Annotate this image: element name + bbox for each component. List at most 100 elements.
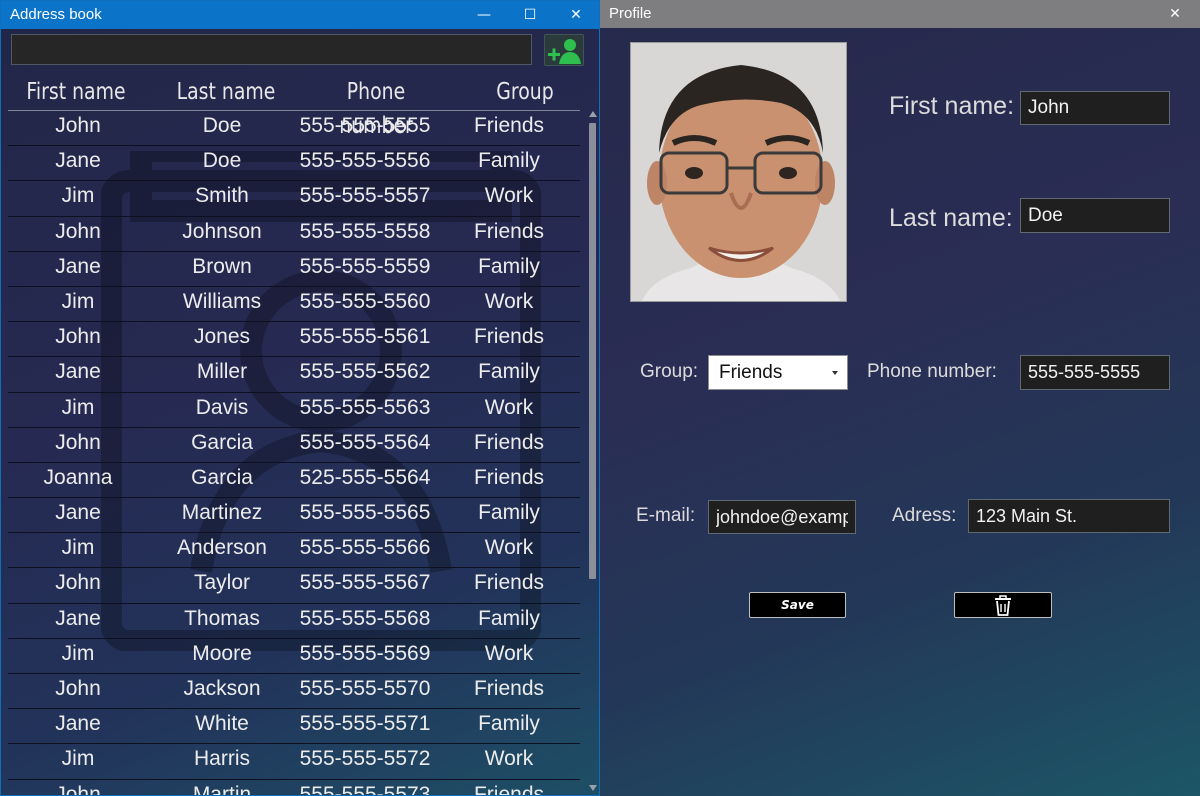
last-name-cell: Moore [192, 641, 252, 665]
group-label: Group: [640, 361, 699, 382]
last-name-cell: Taylor [193, 571, 251, 595]
column-header-first-name[interactable]: First name [20, 75, 132, 109]
address-label: Adress: [892, 505, 957, 526]
close-button[interactable]: ✕ [553, 1, 599, 29]
phone-number-cell: 555-555-5566 [299, 536, 431, 560]
maximize-button[interactable]: ☐ [507, 1, 553, 29]
profile-photo[interactable] [630, 42, 847, 302]
add-contact-button[interactable] [544, 34, 584, 66]
add-contact-icon [548, 39, 581, 64]
group-cell: Work [484, 747, 534, 771]
address-book-titlebar[interactable]: Address book — ☐ ✕ [1, 1, 599, 29]
first-name-cell: Jim [61, 289, 95, 313]
table-header: First name Last name Phone number Group [8, 73, 580, 139]
table-row[interactable]: John Doe 555-555-5555 Friends [8, 111, 580, 147]
table-row[interactable]: Jim Harris 555-555-5572 Work [8, 744, 580, 780]
first-name-cell: John [55, 430, 101, 454]
last-name-cell: Miller [196, 360, 248, 384]
last-name-label: Last name: [889, 204, 1013, 232]
phone-number-field[interactable] [1020, 355, 1170, 390]
phone-number-cell: 555-555-5571 [299, 712, 431, 736]
first-name-cell: John [55, 782, 101, 796]
table-row[interactable]: Jim Moore 555-555-5569 Work [8, 639, 580, 674]
group-cell: Family [478, 149, 540, 173]
column-header-group[interactable]: Group [480, 75, 570, 109]
last-name-cell: Anderson [177, 536, 267, 560]
table-row[interactable]: John Martin 555-555-5573 Friends [8, 780, 580, 796]
table-row[interactable]: John Garcia 555-555-5564 Friends [8, 428, 580, 463]
table-row[interactable]: Jane White 555-555-5571 Family [8, 709, 580, 745]
phone-number-cell: 555-555-5572 [299, 747, 431, 771]
group-cell: Family [478, 712, 540, 736]
column-header-phone-number[interactable]: Phone number [307, 75, 445, 139]
trash-icon [995, 595, 1011, 616]
table-row[interactable]: Jim Davis 555-555-5563 Work [8, 393, 580, 428]
phone-number-cell: 555-555-5556 [299, 149, 431, 173]
delete-button[interactable] [954, 592, 1052, 618]
first-name-cell: Joanna [43, 465, 113, 489]
first-name-cell: Jane [55, 501, 101, 525]
first-name-cell: Jim [61, 641, 95, 665]
group-cell: Work [484, 641, 534, 665]
contacts-table: John Doe 555-555-5555 Friends Jane Doe 555-555… [8, 111, 580, 796]
group-select-value: Friends [719, 362, 783, 383]
scroll-down-arrow-icon[interactable] [589, 785, 597, 791]
table-row[interactable]: Jane Martinez 555-555-5565 Family [8, 498, 580, 534]
chevron-down-icon [832, 371, 838, 375]
profile-titlebar[interactable]: Profile ✕ [600, 0, 1200, 28]
last-name-cell: Davis [195, 395, 249, 419]
first-name-cell: Jim [61, 184, 95, 208]
table-row[interactable]: John Jones 555-555-5561 Friends [8, 322, 580, 358]
scrollbar-thumb[interactable] [589, 123, 596, 579]
last-name-cell: Johnson [182, 219, 262, 243]
table-row[interactable]: Jim Williams 555-555-5560 Work [8, 287, 580, 323]
column-header-last-name[interactable]: Last name [170, 75, 282, 109]
phone-number-cell: 555-555-5569 [299, 641, 431, 665]
phone-number-cell: 525-555-5564 [299, 465, 431, 489]
last-name-field[interactable] [1020, 198, 1170, 233]
first-name-cell: Jim [61, 536, 95, 560]
last-name-cell: Garcia [191, 465, 253, 489]
vertical-scrollbar[interactable] [587, 111, 599, 795]
group-cell: Work [484, 289, 534, 313]
group-cell: Work [484, 184, 534, 208]
address-field[interactable] [968, 499, 1170, 533]
phone-number-cell: 555-555-5563 [299, 395, 431, 419]
table-row[interactable]: Jim Anderson 555-555-5566 Work [8, 533, 580, 569]
last-name-cell: Doe [202, 149, 242, 173]
group-cell: Family [478, 606, 540, 630]
first-name-cell: Jane [55, 606, 101, 630]
phone-number-cell: 555-555-5561 [299, 325, 431, 349]
last-name-cell: Smith [195, 184, 249, 208]
last-name-cell: Jackson [183, 677, 261, 700]
last-name-cell: Harris [194, 747, 250, 771]
group-select[interactable]: Friends [708, 355, 848, 390]
profile-window: Profile ✕ First name: Last name: Group: … [600, 0, 1200, 796]
scroll-up-arrow-icon[interactable] [589, 111, 597, 117]
table-row[interactable]: Jim Smith 555-555-5557 Work [8, 181, 580, 217]
table-row[interactable]: Jane Miller 555-555-5562 Family [8, 357, 580, 393]
table-row[interactable]: Jane Brown 555-555-5559 Family [8, 252, 580, 287]
last-name-cell: Doe [202, 114, 242, 137]
close-button[interactable]: ✕ [1152, 0, 1198, 28]
email-field[interactable] [708, 500, 856, 534]
table-row[interactable]: John Taylor 555-555-5567 Friends [8, 568, 580, 604]
window-title: Address book [10, 6, 102, 23]
save-button[interactable]: Save [749, 592, 846, 618]
last-name-cell: Thomas [184, 606, 260, 630]
last-name-cell: Garcia [191, 430, 253, 454]
table-row[interactable]: Jane Thomas 555-555-5568 Family [8, 604, 580, 639]
phone-number-cell: 555-555-5557 [299, 184, 431, 208]
table-row[interactable]: Jane Doe 555-555-5556 Family [8, 146, 580, 182]
group-cell: Friends [473, 430, 545, 454]
table-row[interactable]: John Johnson 555-555-5558 Friends [8, 217, 580, 252]
last-name-cell: Brown [192, 254, 252, 278]
table-row[interactable]: John Jackson 555-555-5570 Friends [8, 674, 580, 710]
minimize-button[interactable]: — [461, 1, 507, 29]
last-name-cell: Martin [192, 782, 252, 796]
email-label: E-mail: [636, 505, 696, 526]
first-name-field[interactable] [1020, 91, 1170, 125]
search-input[interactable] [11, 34, 532, 65]
first-name-cell: John [55, 325, 101, 349]
table-row[interactable]: Joanna Garcia 525-555-5564 Friends [8, 463, 580, 499]
